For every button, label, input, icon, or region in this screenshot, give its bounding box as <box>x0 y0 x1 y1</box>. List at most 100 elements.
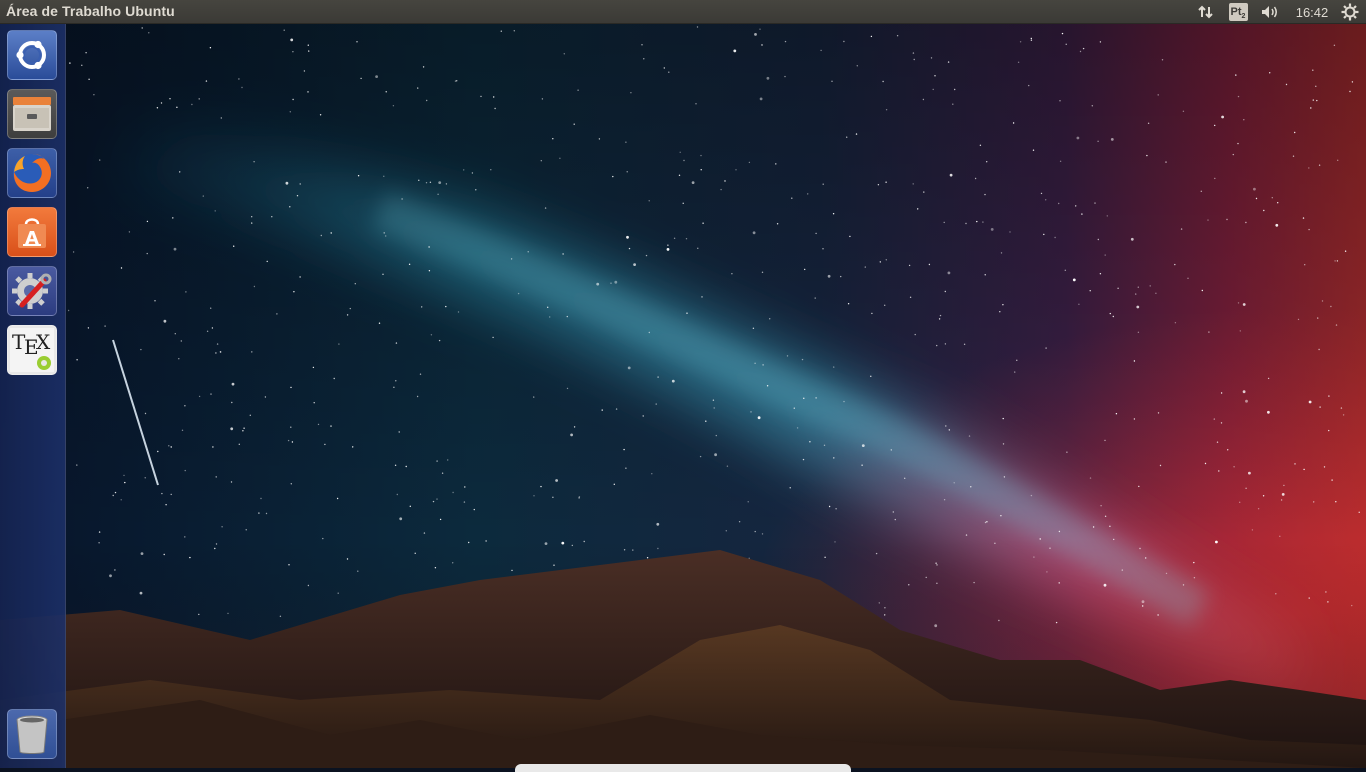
shopping-bag-icon: A <box>18 218 46 249</box>
star <box>184 405 186 407</box>
star <box>432 500 435 503</box>
star <box>912 183 914 185</box>
svg-text:X: X <box>36 330 51 354</box>
star <box>1220 422 1223 424</box>
star <box>354 283 356 285</box>
star <box>385 235 387 237</box>
star <box>330 232 332 234</box>
star <box>1130 237 1134 241</box>
star <box>761 533 764 535</box>
star <box>801 358 804 361</box>
star <box>156 107 159 109</box>
star <box>994 542 996 544</box>
star <box>986 161 988 163</box>
star <box>1030 494 1033 497</box>
star <box>1099 273 1102 275</box>
star <box>999 311 1001 313</box>
star <box>109 574 112 578</box>
star <box>184 469 186 472</box>
keyboard-layout-indicator[interactable]: Pt2 <box>1227 0 1249 24</box>
star <box>884 614 886 616</box>
star <box>1277 202 1279 204</box>
star <box>1078 303 1080 305</box>
star <box>87 327 90 329</box>
star <box>1110 138 1114 141</box>
star <box>1200 190 1203 192</box>
star <box>1214 124 1216 127</box>
star <box>759 97 763 101</box>
star <box>202 195 204 197</box>
star <box>1308 400 1312 404</box>
star <box>346 558 349 560</box>
star <box>382 273 384 275</box>
star <box>1207 219 1209 221</box>
launcher-files-button[interactable] <box>7 89 57 139</box>
star <box>754 362 756 364</box>
star <box>1137 286 1140 288</box>
star <box>1058 582 1060 584</box>
star <box>1239 330 1242 332</box>
star <box>253 285 256 288</box>
star <box>761 44 763 46</box>
star <box>1112 315 1115 318</box>
desktop[interactable] <box>0 0 1366 772</box>
star <box>1002 417 1004 420</box>
system-gear-icon[interactable] <box>1338 0 1362 24</box>
star <box>510 258 513 260</box>
star <box>1248 471 1251 475</box>
star <box>766 76 770 80</box>
star <box>1267 377 1270 380</box>
star <box>1017 61 1020 63</box>
star <box>157 450 159 453</box>
launcher-texmaker-button[interactable]: T E X <box>7 325 57 375</box>
volume-icon[interactable] <box>1257 0 1283 24</box>
star <box>452 562 454 564</box>
star <box>242 430 244 432</box>
star <box>1214 177 1216 180</box>
star <box>614 280 618 284</box>
star <box>1331 479 1333 481</box>
star <box>1045 347 1047 349</box>
bottom-drawer-handle[interactable] <box>515 764 851 772</box>
star <box>438 339 441 342</box>
star <box>645 254 648 257</box>
star <box>1009 231 1011 233</box>
clock[interactable]: 16:42 <box>1290 0 1334 24</box>
star <box>1221 115 1224 119</box>
star <box>227 612 229 615</box>
star <box>1081 213 1083 215</box>
star <box>922 98 925 101</box>
star <box>421 306 423 308</box>
star <box>243 427 245 429</box>
star <box>336 497 339 500</box>
star <box>986 521 988 523</box>
star <box>965 534 968 536</box>
star <box>279 615 282 617</box>
star <box>468 541 470 544</box>
star <box>1133 360 1136 362</box>
launcher-system-settings-button[interactable] <box>7 266 57 316</box>
star <box>699 455 702 458</box>
star <box>1328 429 1330 432</box>
star <box>928 263 931 266</box>
star <box>932 88 934 91</box>
star <box>625 467 627 469</box>
network-transfer-icon[interactable] <box>1194 0 1218 24</box>
star <box>885 259 887 261</box>
star <box>1281 493 1285 496</box>
star <box>823 444 826 446</box>
star <box>1335 324 1338 326</box>
star <box>76 464 78 466</box>
launcher-trash-button[interactable] <box>7 709 57 759</box>
star <box>831 80 833 83</box>
star <box>238 78 240 80</box>
star <box>754 530 756 533</box>
star <box>1157 94 1159 96</box>
star <box>215 352 217 354</box>
star <box>1097 140 1099 142</box>
launcher-software-center-button[interactable]: A <box>7 207 57 257</box>
star <box>198 98 200 100</box>
launcher-firefox-button[interactable] <box>7 148 57 198</box>
star <box>820 49 822 52</box>
launcher-dash-button[interactable] <box>7 30 57 80</box>
